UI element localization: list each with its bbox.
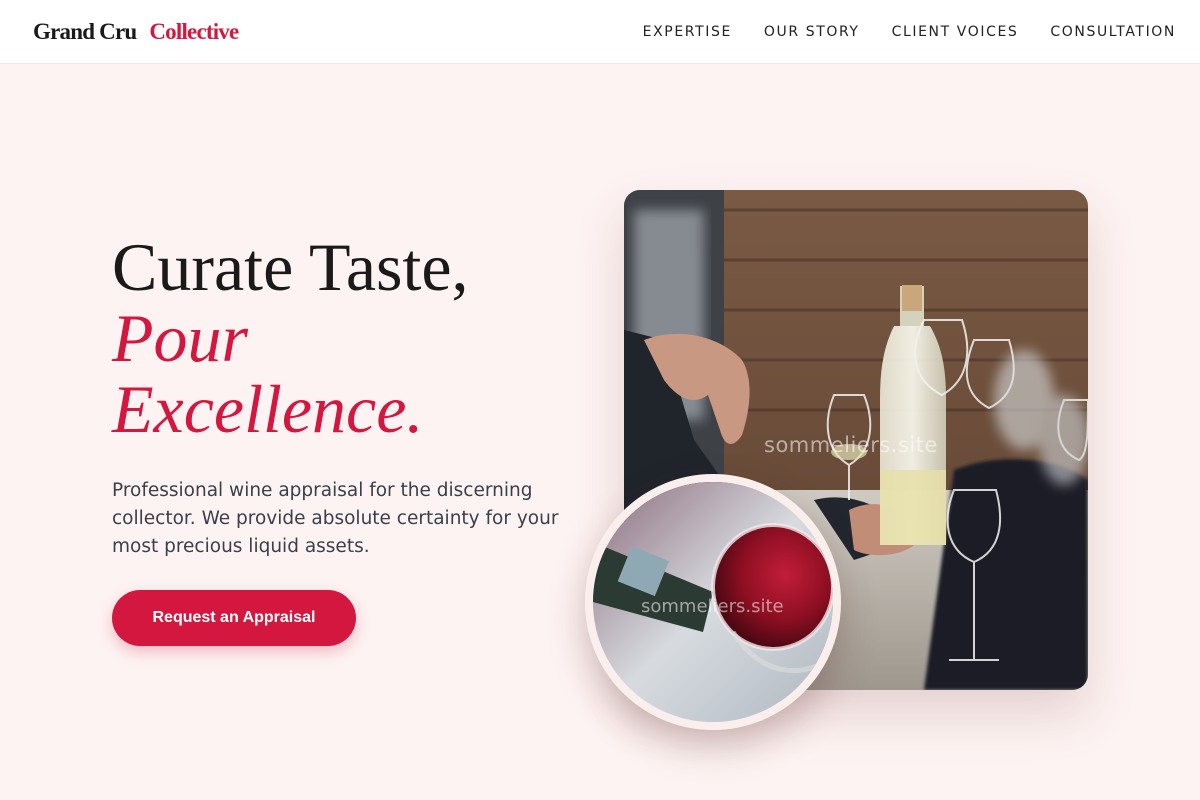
hero-description: Professional wine appraisal for the disc… bbox=[112, 480, 559, 557]
nav-link-expertise[interactable]: EXPERTISE bbox=[643, 24, 732, 40]
logo-text-primary: Grand Cru bbox=[33, 18, 137, 44]
headline-line-2: Pour bbox=[112, 300, 248, 376]
pour-wine-illustration: sommeliers.site bbox=[593, 482, 833, 722]
watermark-text: sommeliers.site bbox=[764, 433, 938, 457]
site-header: Grand Cru Collective EXPERTISE OUR STORY… bbox=[0, 0, 1200, 64]
pour-wine-photo: sommeliers.site bbox=[585, 474, 841, 730]
request-appraisal-button[interactable]: Request an Appraisal bbox=[112, 590, 356, 646]
headline-line-3: Excellence. bbox=[112, 371, 424, 447]
nav-link-consultation[interactable]: CONSULTATION bbox=[1050, 24, 1176, 40]
logo[interactable]: Grand Cru Collective bbox=[33, 18, 239, 45]
logo-text-accent: Collective bbox=[149, 18, 239, 44]
nav-link-our-story[interactable]: OUR STORY bbox=[764, 24, 860, 40]
headline-line-1: Curate Taste, bbox=[112, 229, 469, 305]
hero-headline: Curate Taste, Pour Excellence. bbox=[112, 232, 582, 445]
nav-link-client-voices[interactable]: CLIENT VOICES bbox=[892, 24, 1019, 40]
hero-text: Curate Taste, Pour Excellence. Professio… bbox=[112, 232, 582, 561]
main-nav: EXPERTISE OUR STORY CLIENT VOICES CONSUL… bbox=[643, 24, 1176, 40]
watermark-text-round: sommeliers.site bbox=[641, 596, 784, 617]
